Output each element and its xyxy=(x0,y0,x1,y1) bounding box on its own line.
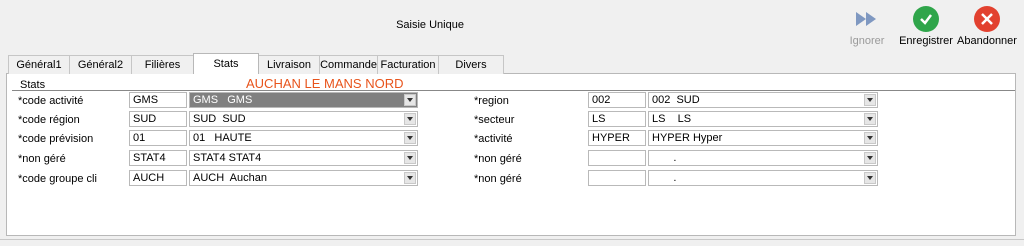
status-divider xyxy=(0,239,1024,240)
close-icon xyxy=(974,6,1000,32)
window-title: Saisie Unique xyxy=(396,19,464,31)
chevron-down-icon[interactable] xyxy=(864,94,876,106)
select-value: LS LS xyxy=(652,113,692,125)
checkmark-icon xyxy=(913,6,939,32)
code-input[interactable]: HYPER xyxy=(588,130,646,146)
fast-forward-icon xyxy=(854,6,880,32)
code-input[interactable]: GMS xyxy=(129,92,187,108)
chevron-down-icon[interactable] xyxy=(864,152,876,164)
field-label: *code prévision xyxy=(18,133,94,145)
select-value: . xyxy=(652,172,677,184)
select-value: HYPER Hyper xyxy=(652,132,723,144)
cancel-button[interactable]: Abandonner xyxy=(956,6,1018,47)
chevron-down-icon[interactable] xyxy=(404,152,416,164)
section-divider xyxy=(12,90,1015,91)
field-label: *non géré xyxy=(18,153,66,165)
ignore-button[interactable]: Ignorer xyxy=(846,6,888,47)
chevron-down-icon[interactable] xyxy=(864,113,876,125)
select-value: 002 SUD xyxy=(652,94,700,106)
save-label: Enregistrer xyxy=(899,35,953,47)
code-input[interactable]: AUCH xyxy=(129,170,187,186)
field-label: *secteur xyxy=(474,114,515,126)
code-select[interactable]: . xyxy=(648,170,878,186)
code-select[interactable]: HYPER Hyper xyxy=(648,130,878,146)
tab-divers[interactable]: Divers xyxy=(438,55,504,74)
select-value: SUD SUD xyxy=(193,113,246,125)
field-label: *non géré xyxy=(474,173,522,185)
tab-commande[interactable]: Commande xyxy=(319,55,378,74)
cancel-label: Abandonner xyxy=(957,35,1017,47)
chevron-down-icon[interactable] xyxy=(404,94,416,106)
chevron-down-icon[interactable] xyxy=(404,132,416,144)
code-select[interactable]: LS LS xyxy=(648,111,878,127)
select-value: 01 HAUTE xyxy=(193,132,252,144)
code-select[interactable]: . xyxy=(648,150,878,166)
code-select[interactable]: GMS GMS xyxy=(189,92,418,108)
select-value: STAT4 STAT4 xyxy=(193,152,262,164)
field-label: *code groupe cli xyxy=(18,173,97,185)
select-value: AUCH Auchan xyxy=(193,172,267,184)
code-input[interactable]: STAT4 xyxy=(129,150,187,166)
ignore-label: Ignorer xyxy=(849,35,885,47)
save-button[interactable]: Enregistrer xyxy=(896,6,956,47)
code-select[interactable]: SUD SUD xyxy=(189,111,418,127)
field-label: *non géré xyxy=(474,153,522,165)
code-select[interactable]: 002 SUD xyxy=(648,92,878,108)
tab-general1[interactable]: Général1 xyxy=(8,55,70,74)
field-label: *code région xyxy=(18,114,80,126)
chevron-down-icon[interactable] xyxy=(864,172,876,184)
code-input[interactable]: SUD xyxy=(129,111,187,127)
field-label: *code activité xyxy=(18,95,84,107)
select-value: GMS GMS xyxy=(193,94,253,106)
tab-stats[interactable]: Stats xyxy=(193,53,259,74)
code-input[interactable]: LS xyxy=(588,111,646,127)
field-label: *activité xyxy=(474,133,513,145)
field-label: *region xyxy=(474,95,509,107)
select-value: . xyxy=(652,152,677,164)
code-select[interactable]: STAT4 STAT4 xyxy=(189,150,418,166)
tab-facturation[interactable]: Facturation xyxy=(377,55,439,74)
tab-bar: Général1 Général2 Filières Stats Livrais… xyxy=(8,53,504,74)
code-input[interactable]: 002 xyxy=(588,92,646,108)
chevron-down-icon[interactable] xyxy=(404,113,416,125)
code-input[interactable] xyxy=(588,150,646,166)
code-select[interactable]: 01 HAUTE xyxy=(189,130,418,146)
tab-general2[interactable]: Général2 xyxy=(69,55,132,74)
code-select[interactable]: AUCH Auchan xyxy=(189,170,418,186)
code-input[interactable] xyxy=(588,170,646,186)
chevron-down-icon[interactable] xyxy=(404,172,416,184)
code-input[interactable]: 01 xyxy=(129,130,187,146)
company-name: AUCHAN LE MANS NORD xyxy=(246,76,404,91)
tab-livraison[interactable]: Livraison xyxy=(258,55,320,74)
chevron-down-icon[interactable] xyxy=(864,132,876,144)
tab-filieres[interactable]: Filières xyxy=(131,55,194,74)
